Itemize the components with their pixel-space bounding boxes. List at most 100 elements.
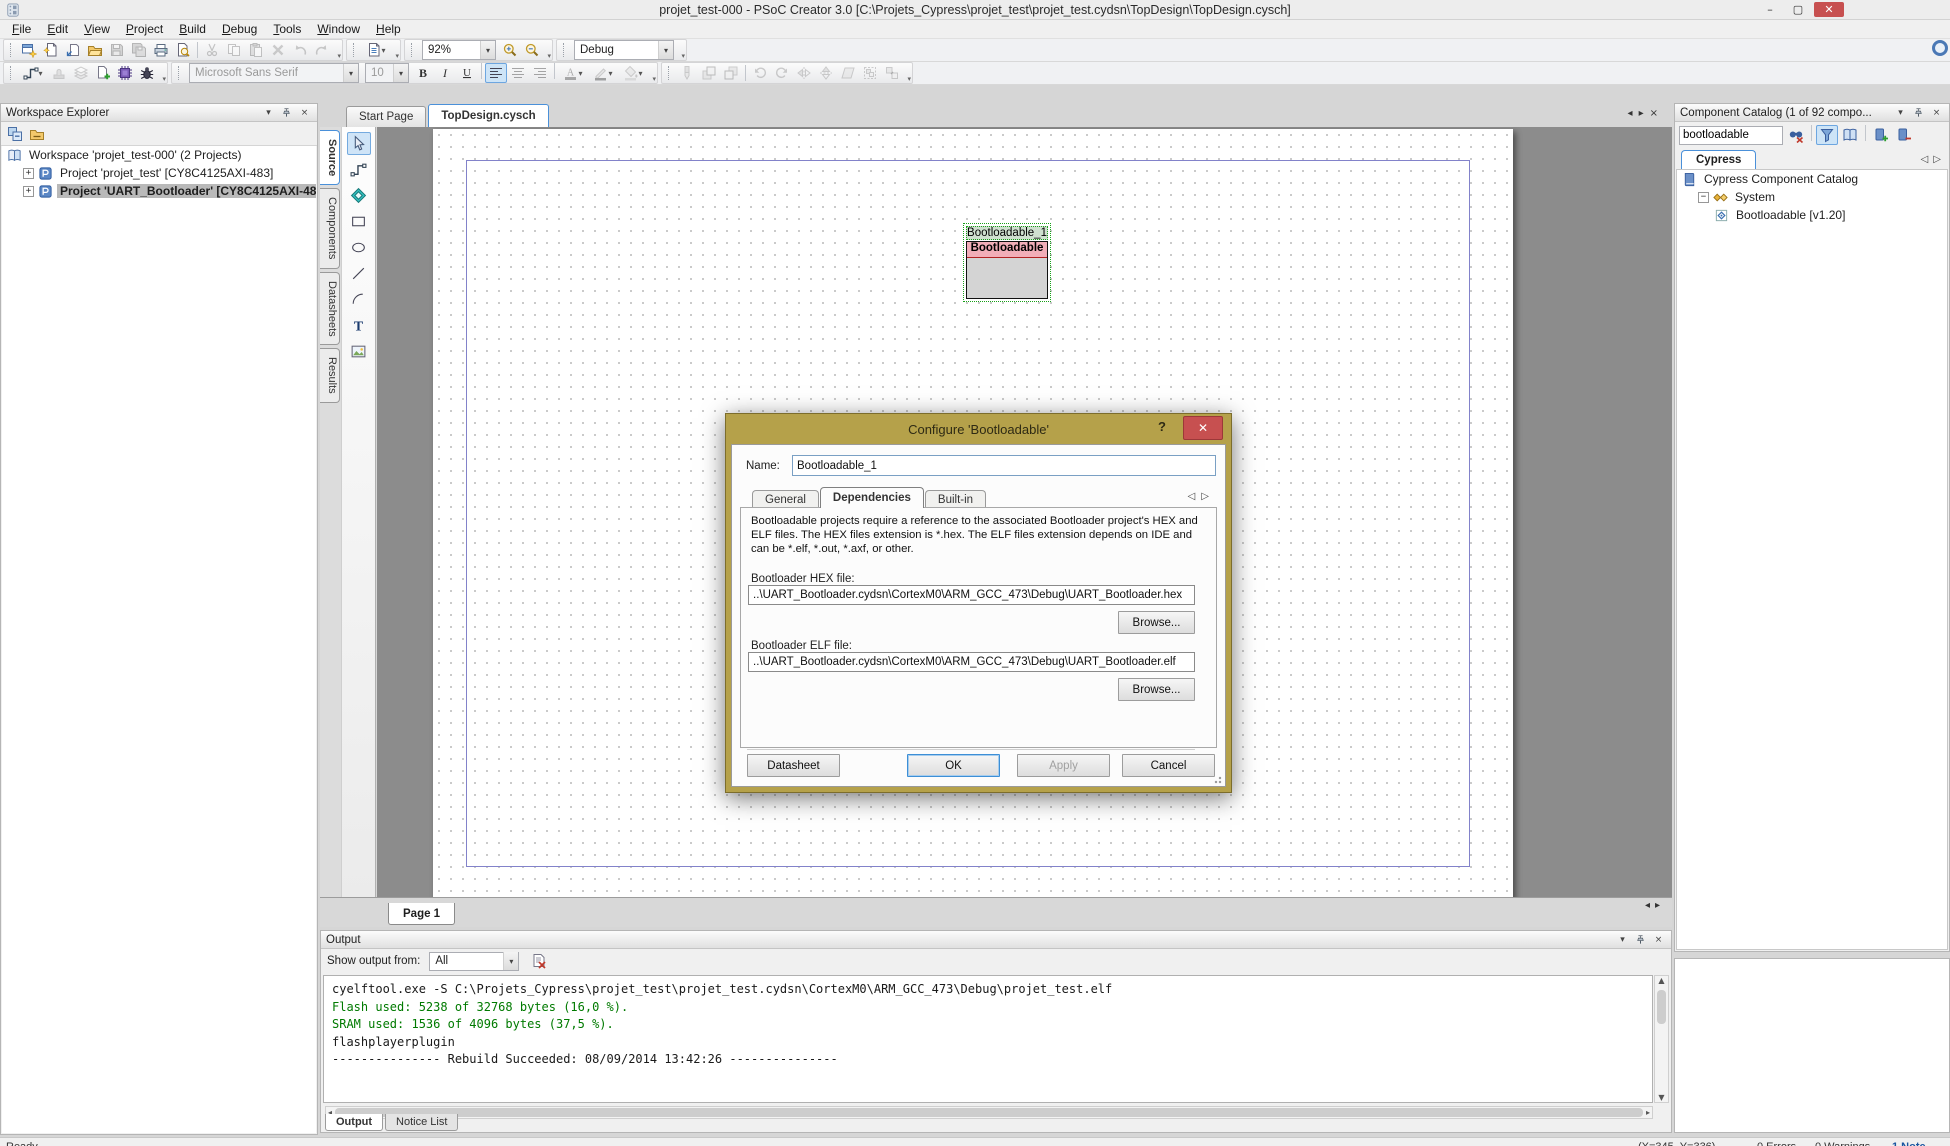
status-notes[interactable]: 1 Note	[1892, 1140, 1926, 1146]
search-binoculars-button[interactable]	[1785, 125, 1807, 145]
minimize-button[interactable]: –	[1758, 2, 1782, 17]
ellipse-tool-button[interactable]	[347, 236, 371, 259]
italic-button[interactable]: I	[434, 63, 456, 83]
side-tab-source[interactable]: Source	[320, 130, 340, 185]
open-button[interactable]	[84, 40, 106, 60]
pin-icon[interactable]	[279, 106, 294, 120]
output-vertical-scrollbar[interactable]: ▲▼	[1654, 975, 1669, 1103]
chevron-down-icon[interactable]: ▾	[261, 106, 276, 120]
pen-color-button[interactable]: ▾	[588, 63, 618, 83]
scroll-down-icon[interactable]: ▼	[1658, 1093, 1664, 1102]
dialog-tab-left-icon[interactable]: ◁	[1188, 491, 1196, 502]
new-project-button[interactable]	[18, 40, 40, 60]
undo-button[interactable]	[289, 40, 311, 60]
dialog-resize-grip[interactable]	[1212, 774, 1222, 784]
toolbar-overflow-icon[interactable]: ▾	[547, 52, 551, 60]
tab-dependencies[interactable]: Dependencies	[820, 487, 924, 508]
tab-output[interactable]: Output	[325, 1114, 383, 1131]
menu-item-edit[interactable]: Edit	[39, 21, 76, 37]
font-size-combo[interactable]: 10▾	[365, 63, 409, 83]
datasheet-button[interactable]: Datasheet	[747, 754, 840, 777]
tree-item[interactable]: −System	[1677, 188, 1947, 206]
chevron-down-icon[interactable]: ▾	[393, 64, 408, 82]
toolbar-overflow-icon[interactable]: ▾	[907, 75, 911, 83]
chevron-down-icon[interactable]: ▾	[503, 952, 518, 970]
text-tool-button[interactable]: T	[347, 314, 371, 337]
ok-button[interactable]: OK	[907, 754, 1000, 777]
tab-scroll-left-icon[interactable]: ◂	[1628, 108, 1633, 119]
scroll-thumb[interactable]	[335, 1108, 1643, 1117]
collapse-all-button[interactable]	[4, 124, 26, 144]
cancel-button[interactable]: Cancel	[1122, 754, 1215, 777]
page-1-tab[interactable]: Page 1	[388, 903, 455, 925]
bold-button[interactable]: B	[412, 63, 434, 83]
side-tab-results[interactable]: Results	[320, 348, 340, 403]
folders-button[interactable]	[26, 124, 48, 144]
toolbar-overflow-icon[interactable]: ▾	[337, 52, 341, 60]
tree-item[interactable]: Workspace 'projet_test-000' (2 Projects)	[2, 146, 316, 164]
browse-elf-button[interactable]: Browse...	[1118, 678, 1195, 701]
align-left-button[interactable]	[485, 63, 507, 83]
catalog-tab-right-icon[interactable]: ▷	[1933, 154, 1941, 165]
chevron-down-icon[interactable]: ▾	[658, 41, 673, 59]
page-scroll-left-icon[interactable]: ◂	[1645, 900, 1650, 911]
align-right-button[interactable]	[529, 63, 551, 83]
new-document-button[interactable]	[40, 40, 62, 60]
rotate-right-button[interactable]	[771, 63, 793, 83]
side-tab-components[interactable]: Components	[320, 188, 340, 268]
tab-scroll-right-icon[interactable]: ▸	[1639, 108, 1644, 119]
toolbar-overflow-icon[interactable]: ▾	[652, 75, 656, 83]
scroll-right-icon[interactable]: ▸	[1646, 1108, 1650, 1117]
menu-item-project[interactable]: Project	[118, 21, 171, 37]
pointer-tool-button[interactable]	[347, 132, 371, 155]
close-icon[interactable]: ×	[297, 106, 312, 120]
send-back-button[interactable]	[720, 63, 742, 83]
tree-expander-icon[interactable]: +	[23, 186, 34, 197]
line-tool-button[interactable]	[347, 262, 371, 285]
paste-button[interactable]	[245, 40, 267, 60]
tree-expander-icon[interactable]: +	[23, 168, 34, 179]
tab-topdesign[interactable]: TopDesign.cysch	[428, 104, 548, 127]
wire-tool-button[interactable]	[347, 158, 371, 181]
flip-vertical-button[interactable]	[815, 63, 837, 83]
copy-button[interactable]	[223, 40, 245, 60]
menu-item-build[interactable]: Build	[171, 21, 214, 37]
rotate-left-button[interactable]	[749, 63, 771, 83]
layer-sheets-button[interactable]	[70, 63, 92, 83]
scroll-thumb[interactable]	[1657, 990, 1666, 1024]
filter-button[interactable]	[1816, 125, 1838, 145]
group-button[interactable]	[859, 63, 881, 83]
chevron-down-icon[interactable]: ▾	[1615, 933, 1630, 947]
stamp-button[interactable]	[48, 63, 70, 83]
pin-icon[interactable]	[1633, 933, 1648, 947]
component-name-input[interactable]	[792, 455, 1216, 476]
tab-close-icon[interactable]: ×	[1650, 108, 1658, 119]
flip-horizontal-button[interactable]	[793, 63, 815, 83]
bootloadable-component[interactable]: Bootloadable_1 Bootloadable	[963, 223, 1051, 302]
add-document-button[interactable]	[92, 63, 114, 83]
page-scroll-right-icon[interactable]: ▸	[1655, 900, 1660, 911]
fill-color-button[interactable]: ▾	[618, 63, 648, 83]
show-output-from-combo[interactable]: All▾	[429, 952, 519, 971]
open-project-button[interactable]	[62, 40, 84, 60]
close-icon[interactable]: ×	[1651, 933, 1666, 947]
cut-button[interactable]	[201, 40, 223, 60]
catalog-search-input[interactable]	[1679, 126, 1783, 145]
chevron-down-icon[interactable]: ▾	[381, 46, 385, 55]
tree-expander-icon[interactable]: −	[1698, 192, 1709, 203]
component-ref-label[interactable]: Bootloadable_1	[966, 226, 1048, 240]
toolbar-overflow-icon[interactable]: ▾	[162, 75, 166, 83]
dialog-close-button[interactable]: ✕	[1183, 416, 1223, 440]
align-center-button[interactable]	[507, 63, 529, 83]
delete-button[interactable]	[267, 40, 289, 60]
ungroup-button[interactable]	[881, 63, 903, 83]
toolbar-overflow-icon[interactable]: ▾	[395, 52, 399, 60]
chevron-down-icon[interactable]: ▾	[343, 64, 358, 82]
output-horizontal-scrollbar[interactable]: ◂▸	[325, 1106, 1653, 1119]
menu-item-help[interactable]: Help	[368, 21, 409, 37]
print-button[interactable]	[150, 40, 172, 60]
zoom-in-button[interactable]	[499, 40, 521, 60]
status-errors[interactable]: 0 Errors	[1757, 1140, 1796, 1146]
format-painter-button[interactable]	[676, 63, 698, 83]
tree-item[interactable]: Cypress Component Catalog	[1677, 170, 1947, 188]
